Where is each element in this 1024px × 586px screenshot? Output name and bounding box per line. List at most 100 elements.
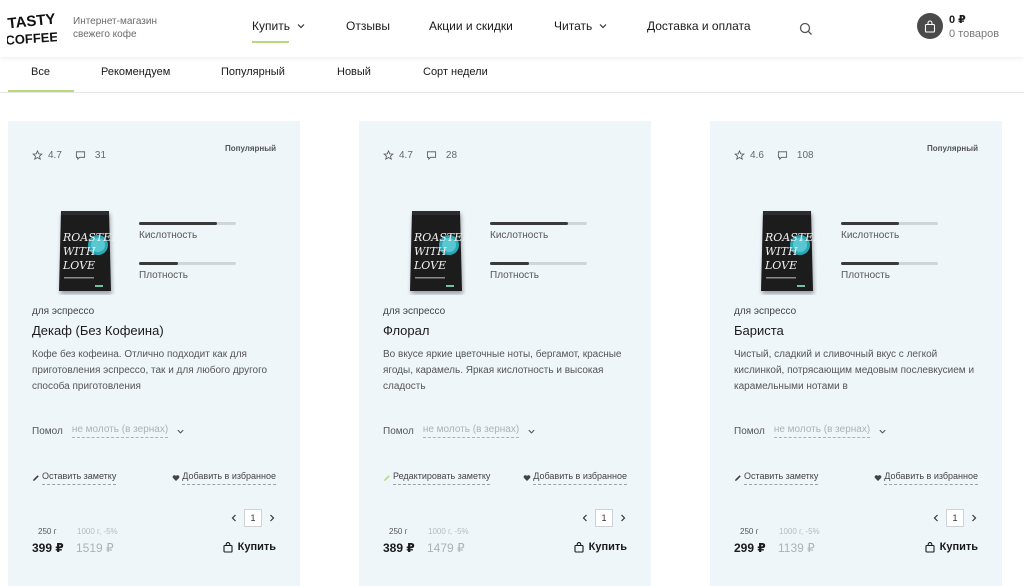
product-title[interactable]: Декаф (Без Кофеина) xyxy=(32,323,164,338)
product-title[interactable]: Бариста xyxy=(734,323,784,338)
product-title[interactable]: Флорал xyxy=(383,323,429,338)
tab-all[interactable]: Все xyxy=(31,66,50,78)
acidity-label: Кислотность xyxy=(490,230,549,241)
cart-sum[interactable]: 0 ₽ xyxy=(949,13,966,26)
note-link[interactable]: Оставить заметку xyxy=(32,471,117,485)
cart-button[interactable] xyxy=(917,13,943,39)
tab-active-underline xyxy=(8,90,74,92)
tagline-line-1: Интернет-магазин xyxy=(73,16,157,27)
add-to-favorites-link[interactable]: Добавить в избранное xyxy=(523,471,627,485)
add-to-favorites-link[interactable]: Добавить в избранное xyxy=(172,471,276,485)
shopping-bag-icon xyxy=(574,541,584,553)
tab-new[interactable]: Новый xyxy=(337,66,371,78)
cart-count[interactable]: 0 товаров xyxy=(949,28,999,40)
acidity-meter: Кислотность xyxy=(841,222,938,241)
comment-icon xyxy=(426,151,436,161)
chevron-left-icon[interactable] xyxy=(230,513,238,523)
quantity-stepper[interactable]: 1 xyxy=(230,509,276,527)
weight-option-selected[interactable]: 250 г xyxy=(389,527,408,536)
weight-option-selected[interactable]: 250 г xyxy=(740,527,759,536)
tab-sort-of-week[interactable]: Сорт недели xyxy=(423,66,488,78)
coffee-bag-image[interactable]: ROASTED WITH LOVE xyxy=(757,207,817,295)
chevron-right-icon[interactable] xyxy=(619,513,627,523)
nav-item-reviews[interactable]: Отзывы xyxy=(346,19,390,33)
note-label: Оставить заметку xyxy=(744,471,819,485)
acidity-label: Кислотность xyxy=(139,230,198,241)
filter-tabs: Все Рекомендуем Популярный Новый Сорт не… xyxy=(0,57,1024,93)
rating-value: 4.6 xyxy=(750,150,764,161)
nav-item-promotions[interactable]: Акции и скидки xyxy=(429,19,513,33)
product-category: для эспрессо xyxy=(734,306,797,317)
product-card-1: 4.7 31 Популярный ROASTED WITH LOVE Кисл… xyxy=(8,121,300,586)
weight-option-alt[interactable]: 1000 г, -5% xyxy=(77,527,118,536)
quantity-stepper[interactable]: 1 xyxy=(932,509,978,527)
density-label: Плотность xyxy=(841,270,890,281)
quantity-input[interactable]: 1 xyxy=(244,509,262,527)
buy-button[interactable]: Купить xyxy=(925,541,978,553)
quantity-stepper[interactable]: 1 xyxy=(581,509,627,527)
grind-select[interactable]: Помол не молоть (в зернах) xyxy=(734,424,887,438)
product-price: 299 ₽ xyxy=(734,541,766,555)
weight-option-alt[interactable]: 1000 г, -5% xyxy=(779,527,820,536)
product-description: Чистый, сладкий и сливочный вкус с легко… xyxy=(734,349,975,392)
grind-select[interactable]: Помол не молоть (в зернах) xyxy=(383,424,536,438)
grind-value[interactable]: не молоть (в зернах) xyxy=(422,424,520,438)
svg-text:LOVE: LOVE xyxy=(764,259,797,272)
svg-text:WITH: WITH xyxy=(765,245,798,258)
acidity-meter: Кислотность xyxy=(139,222,236,241)
coffee-bag-image[interactable]: ROASTED WITH LOVE xyxy=(406,207,466,295)
grind-value[interactable]: не молоть (в зернах) xyxy=(773,424,871,438)
product-card-2: 4.7 28 ROASTED WITH LOVE Кислотность Пло… xyxy=(359,121,651,586)
favorite-label: Добавить в избранное xyxy=(182,471,276,485)
chevron-left-icon[interactable] xyxy=(932,513,940,523)
grind-select[interactable]: Помол не молоть (в зернах) xyxy=(32,424,185,438)
density-meter: Плотность xyxy=(139,262,236,281)
buy-button[interactable]: Купить xyxy=(223,541,276,553)
nav-item-delivery[interactable]: Доставка и оплата xyxy=(647,19,751,33)
nav-label: Купить xyxy=(252,19,290,33)
grind-label: Помол xyxy=(32,425,63,437)
grind-label: Помол xyxy=(383,425,414,437)
shopping-bag-icon xyxy=(924,19,936,33)
tasty-coffee-logo[interactable]: TASTY COFFEE xyxy=(5,9,59,48)
product-description: Кофе без кофеина. Отлично подходит как д… xyxy=(32,349,268,392)
quantity-input[interactable]: 1 xyxy=(946,509,964,527)
weight-option-selected[interactable]: 250 г xyxy=(38,527,57,536)
chevron-left-icon[interactable] xyxy=(581,513,589,523)
alt-price: 1139 ₽ xyxy=(778,541,815,555)
acidity-label: Кислотность xyxy=(841,230,900,241)
product-price: 399 ₽ xyxy=(32,541,64,555)
chevron-right-icon[interactable] xyxy=(970,513,978,523)
nav-item-read[interactable]: Читать xyxy=(554,19,608,33)
buy-button[interactable]: Купить xyxy=(574,541,627,553)
site-header: TASTY COFFEE Интернет-магазин свежего ко… xyxy=(0,0,1024,57)
nav-active-underline xyxy=(252,41,289,43)
product-category: для эспрессо xyxy=(383,306,446,317)
note-link[interactable]: Оставить заметку xyxy=(734,471,819,485)
card-meta: 4.7 31 xyxy=(32,150,106,161)
coffee-bag-image[interactable]: ROASTED WITH LOVE xyxy=(55,207,115,295)
popular-badge: Популярный xyxy=(224,144,276,153)
weight-option-alt[interactable]: 1000 г, -5% xyxy=(428,527,469,536)
density-meter: Плотность xyxy=(841,262,938,281)
nav-label: Отзывы xyxy=(346,19,390,33)
alt-price: 1479 ₽ xyxy=(427,541,465,555)
note-link[interactable]: Редактировать заметку xyxy=(383,471,491,485)
nav-label: Доставка и оплата xyxy=(647,19,751,33)
comment-icon xyxy=(777,151,787,161)
comment-count: 28 xyxy=(445,150,458,161)
acidity-meter: Кислотность xyxy=(490,222,587,241)
grind-value[interactable]: не молоть (в зернах) xyxy=(71,424,169,438)
add-to-favorites-link[interactable]: Добавить в избранное xyxy=(874,471,978,485)
star-icon xyxy=(734,150,745,161)
note-label: Редактировать заметку xyxy=(393,471,491,485)
quantity-input[interactable]: 1 xyxy=(595,509,613,527)
search-icon[interactable] xyxy=(798,21,814,37)
note-label: Оставить заметку xyxy=(42,471,117,485)
shopping-bag-icon xyxy=(223,541,233,553)
tab-recommended[interactable]: Рекомендуем xyxy=(101,66,170,78)
tab-popular[interactable]: Популярный xyxy=(221,66,285,78)
nav-item-buy[interactable]: Купить xyxy=(252,19,306,33)
chevron-right-icon[interactable] xyxy=(268,513,276,523)
card-meta: 4.6 108 xyxy=(734,150,814,161)
